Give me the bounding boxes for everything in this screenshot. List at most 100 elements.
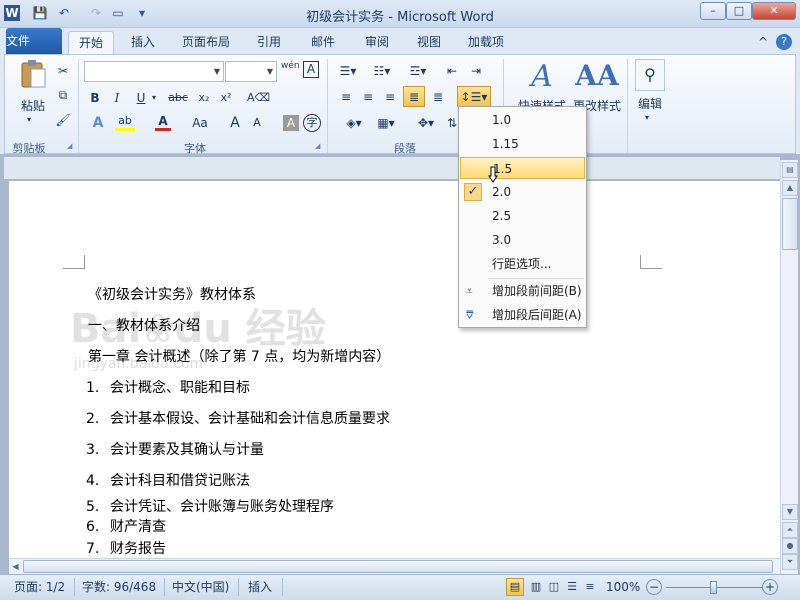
list-item[interactable]: 1. 会计概念、职能和目标 [86,379,250,397]
vertical-scroll-thumb[interactable] [782,198,798,250]
cut-icon[interactable]: ✂ [55,61,71,81]
font-color-icon[interactable]: A [155,113,171,131]
collapse-ribbon-icon[interactable]: ^ [756,31,770,54]
line-spacing-option[interactable]: 2.5 [460,205,585,227]
line-spacing-option[interactable]: 1.15 [460,133,585,155]
multilevel-list-icon[interactable]: ☲▾ [403,61,433,81]
horizontal-ruler[interactable] [4,157,780,179]
scroll-down-icon[interactable]: ▼ [782,504,798,520]
align-center-icon[interactable]: ≡ [359,87,377,107]
change-styles-icon[interactable]: AA [569,59,625,99]
word-count[interactable]: 字数: 96/468 [82,579,156,595]
justify-icon[interactable]: ≣ [403,86,425,107]
binoculars-icon[interactable]: ⚲ [635,59,665,91]
text-effects-icon[interactable]: A [87,113,109,133]
numbering-icon[interactable]: ☷▾ [369,61,395,81]
doc-section-heading[interactable]: 一、教材体系介绍 [88,317,200,335]
format-painter-icon[interactable]: 🖌 [55,110,71,130]
list-item[interactable]: 4. 会计科目和借贷记账法 [86,472,250,490]
previous-page-icon[interactable]: ⏶ [782,522,798,538]
bold-button[interactable]: B [87,88,103,108]
page-count[interactable]: 页面: 1/2 [14,579,65,595]
scroll-left-icon[interactable]: ◀ [9,560,22,573]
chevron-down-icon[interactable]: ▾ [152,93,156,102]
chevron-down-icon[interactable]: ▾ [645,113,649,122]
grow-font-button[interactable]: A [227,113,243,133]
chinese-layout-icon[interactable]: ✥▾ [411,113,441,133]
clipboard-dialog-launcher[interactable]: ◢ [67,142,75,150]
strikethrough-button[interactable]: abc [165,88,191,108]
bullets-icon[interactable]: ☰▾ [335,61,361,81]
font-dialog-launcher[interactable]: ◢ [315,142,323,150]
line-spacing-option[interactable]: 3.0 [460,229,585,251]
vertical-scrollbar[interactable]: ▤ ▲ ▼ ⏶ ● ⏷ [780,160,798,574]
editing-button[interactable]: 编辑 [631,95,669,112]
shrink-font-button[interactable]: A [249,113,265,133]
add-space-before-item[interactable]: ⩡ 增加段前间距(B) [460,280,585,302]
paste-dropdown-icon[interactable]: ▾ [27,115,31,124]
list-item[interactable]: 5. 会计凭证、会计账簿与账务处理程序 [86,498,334,516]
zoom-level[interactable]: 100% [606,579,640,595]
line-spacing-button[interactable]: ↕☰▾ [457,86,491,107]
web-layout-icon[interactable]: ◫ [546,579,562,595]
decrease-indent-icon[interactable]: ⇤ [443,61,461,81]
change-case-button[interactable]: Aa [189,113,211,133]
ruler-toggle-icon[interactable]: ▤ [782,162,798,178]
tab-mailings[interactable]: 邮件 [302,31,344,54]
line-spacing-option-checked[interactable]: ✓ 2.0 [460,181,585,203]
outline-view-icon[interactable]: ☰ [564,579,580,595]
list-item[interactable]: 6. 财产清查 [86,518,166,536]
maximize-button[interactable]: □ [726,2,752,20]
scroll-up-icon[interactable]: ▲ [782,180,798,196]
print-layout-icon[interactable]: ▤ [506,578,524,596]
enclose-char-icon[interactable]: 字 [303,114,321,132]
line-spacing-option-hovered[interactable]: 1.5 [460,157,585,183]
help-icon[interactable]: ? [776,34,792,50]
font-name-combo[interactable]: ▼ [84,61,224,82]
line-spacing-option[interactable]: 1.0 [460,109,585,131]
increase-indent-icon[interactable]: ⇥ [467,61,485,81]
close-button[interactable]: ✕ [752,2,796,20]
list-item[interactable]: 2. 会计基本假设、会计基础和会计信息质量要求 [86,410,390,428]
horizontal-scrollbar[interactable]: ◀ [9,558,780,574]
char-shading-icon[interactable]: A [283,115,299,131]
doc-title[interactable]: 《初级会计实务》教材体系 [88,286,256,304]
underline-button[interactable]: U [133,88,149,108]
paste-label[interactable]: 粘贴 [13,97,53,114]
doc-chapter-heading[interactable]: 第一章 会计概述（除了第 7 点，均为新增内容） [88,348,390,366]
copy-icon[interactable]: ⧉ [55,85,71,105]
insert-mode-indicator[interactable]: 插入 [248,579,272,595]
line-spacing-options-item[interactable]: 行距选项... [460,253,585,275]
tab-file[interactable]: 文件 [6,28,62,54]
phonetic-guide-icon[interactable]: wén [281,61,300,81]
full-screen-reading-icon[interactable]: ▥ [528,579,544,595]
align-right-icon[interactable]: ≡ [381,87,399,107]
tab-review[interactable]: 审阅 [356,31,398,54]
tab-home[interactable]: 开始 [68,31,114,54]
align-left-icon[interactable]: ≡ [337,87,355,107]
sort-icon[interactable]: ⇅ [445,113,459,133]
select-browse-object-icon[interactable]: ● [782,538,798,554]
list-item[interactable]: 3. 会计要素及其确认与计量 [86,441,264,459]
quick-styles-icon[interactable]: A [517,59,567,99]
add-space-after-item[interactable]: ⩢ 增加段后间距(A) [460,304,585,326]
tab-page-layout[interactable]: 页面布局 [176,31,236,54]
horizontal-scroll-thumb[interactable] [23,560,773,573]
tab-insert[interactable]: 插入 [122,31,164,54]
char-border-icon[interactable]: A [303,61,319,78]
subscript-button[interactable]: x₂ [195,88,213,108]
clear-formatting-icon[interactable]: A⌫ [247,88,270,108]
zoom-out-button[interactable]: − [646,579,662,595]
draft-view-icon[interactable]: ≡ [582,579,598,595]
italic-button[interactable]: I [109,88,125,108]
superscript-button[interactable]: x² [217,88,235,108]
tab-add-ins[interactable]: 加载项 [460,31,512,54]
shading-icon[interactable]: ◈▾ [339,113,369,133]
tab-view[interactable]: 视图 [408,31,450,54]
zoom-in-button[interactable]: + [762,579,778,595]
zoom-slider-thumb[interactable] [710,581,717,594]
highlight-icon[interactable]: ab [115,113,135,131]
font-size-combo[interactable]: ▼ [225,61,277,82]
distributed-align-icon[interactable]: ≣ [429,87,447,107]
borders-icon[interactable]: ▦▾ [371,113,401,133]
